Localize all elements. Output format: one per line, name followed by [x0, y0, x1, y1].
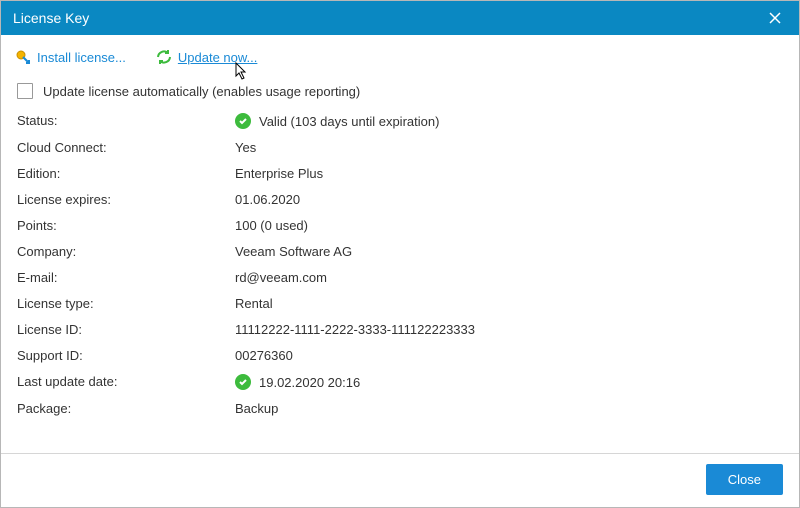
- dialog-title: License Key: [13, 1, 89, 35]
- points-label: Points:: [17, 218, 227, 233]
- status-label: Status:: [17, 113, 227, 129]
- details-grid: Status: Valid (103 days until expiration…: [17, 113, 783, 416]
- cloud-connect-value: Yes: [235, 140, 783, 155]
- last-update-value: 19.02.2020 20:16: [235, 374, 783, 390]
- auto-update-row: Update license automatically (enables us…: [17, 83, 783, 99]
- company-value: Veeam Software AG: [235, 244, 783, 259]
- cloud-connect-label: Cloud Connect:: [17, 140, 227, 155]
- install-license-icon: [15, 49, 31, 65]
- support-id-label: Support ID:: [17, 348, 227, 363]
- check-ok-icon: [235, 374, 251, 390]
- titlebar: License Key: [1, 1, 799, 35]
- content-area: Update license automatically (enables us…: [1, 73, 799, 453]
- footer: Close: [1, 453, 799, 507]
- email-value: rd@veeam.com: [235, 270, 783, 285]
- license-type-value: Rental: [235, 296, 783, 311]
- points-value: 100 (0 used): [235, 218, 783, 233]
- edition-value: Enterprise Plus: [235, 166, 783, 181]
- auto-update-checkbox[interactable]: [17, 83, 33, 99]
- update-now-label: Update now...: [178, 50, 258, 65]
- last-update-label: Last update date:: [17, 374, 227, 390]
- close-button[interactable]: Close: [706, 464, 783, 495]
- check-ok-icon: [235, 113, 251, 129]
- email-label: E-mail:: [17, 270, 227, 285]
- status-text: Valid (103 days until expiration): [259, 114, 439, 129]
- toolbar: Install license... Update now...: [1, 35, 799, 73]
- expires-value: 01.06.2020: [235, 192, 783, 207]
- expires-label: License expires:: [17, 192, 227, 207]
- install-license-link[interactable]: Install license...: [15, 49, 126, 65]
- license-id-value: 11112222-1111-2222-3333-111122223333: [235, 322, 783, 337]
- status-value: Valid (103 days until expiration): [235, 113, 783, 129]
- package-value: Backup: [235, 401, 783, 416]
- edition-label: Edition:: [17, 166, 227, 181]
- update-now-link[interactable]: Update now...: [156, 49, 258, 65]
- install-license-label: Install license...: [37, 50, 126, 65]
- company-label: Company:: [17, 244, 227, 259]
- close-icon[interactable]: [763, 6, 787, 30]
- auto-update-label: Update license automatically (enables us…: [43, 84, 360, 99]
- license-type-label: License type:: [17, 296, 227, 311]
- refresh-icon: [156, 49, 172, 65]
- license-id-label: License ID:: [17, 322, 227, 337]
- license-key-dialog: License Key Install license...: [0, 0, 800, 508]
- package-label: Package:: [17, 401, 227, 416]
- support-id-value: 00276360: [235, 348, 783, 363]
- last-update-text: 19.02.2020 20:16: [259, 375, 360, 390]
